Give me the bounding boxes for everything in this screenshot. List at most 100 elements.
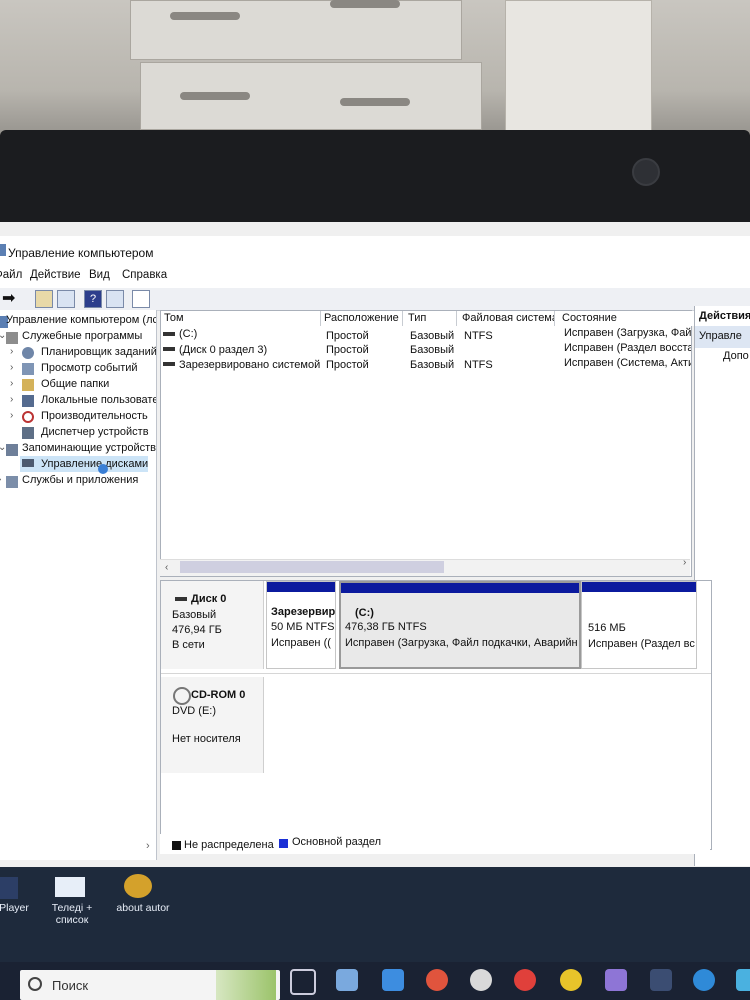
chevron-right-icon[interactable]: › xyxy=(10,378,13,389)
menu-action[interactable]: Действие xyxy=(30,269,81,281)
cabinet-drawer-top xyxy=(130,0,462,60)
desktop-app-icon[interactable] xyxy=(0,877,18,899)
partition-size: 476,38 ГБ NTFS xyxy=(345,621,427,633)
partition-recovery[interactable]: 516 МБ Исправен (Раздел вс xyxy=(581,581,697,669)
tools-icon xyxy=(6,332,18,344)
show-hide-tree-icon[interactable] xyxy=(57,290,75,308)
volume-status: Исправен (Загрузка, Файл xyxy=(564,327,691,339)
cd-icon xyxy=(173,687,191,705)
divider xyxy=(161,673,711,674)
search-highlight-image xyxy=(216,970,276,1000)
partition-status: Исправен (( xyxy=(271,637,331,649)
tree-item-device-manager[interactable]: Диспетчер устройств xyxy=(41,426,149,438)
volume-name[interactable]: (C:) xyxy=(179,328,197,340)
partition-reserved[interactable]: Зарезервир 50 МБ NTFS Исправен (( xyxy=(266,581,336,669)
chevron-right-icon[interactable]: › xyxy=(10,346,13,357)
partition-c[interactable]: (C:) 476,38 ГБ NTFS Исправен (Загрузка, … xyxy=(339,581,581,669)
volume-icon xyxy=(163,332,175,336)
disk0-name: Диск 0 xyxy=(191,593,227,605)
column-filesystem[interactable]: Файловая система xyxy=(459,311,555,326)
drawer-handle xyxy=(330,0,400,8)
scrollbar-thumb[interactable] xyxy=(180,561,444,573)
tree-item-local-users[interactable]: Локальные пользовате xyxy=(41,394,156,406)
volume-type: Базовый xyxy=(410,344,455,356)
clock-icon xyxy=(22,347,34,359)
performance-icon xyxy=(22,411,34,423)
desktop-icon-list[interactable]: Теледі + список xyxy=(42,902,102,926)
forward-arrow-icon[interactable]: ➡ xyxy=(2,288,15,308)
app-icon[interactable] xyxy=(650,969,672,991)
partition-title: Зарезервир xyxy=(271,606,336,618)
list-view-icon[interactable] xyxy=(132,290,150,308)
app-icon[interactable] xyxy=(560,969,582,991)
scroll-right-icon[interactable]: › xyxy=(683,557,686,568)
actions-disk-management[interactable]: Управле xyxy=(699,330,742,342)
disk0-info[interactable]: Диск 0 Базовый 476,94 ГБ В сети xyxy=(161,581,264,669)
menu-view[interactable]: Вид xyxy=(89,269,110,281)
partition-bar xyxy=(341,583,579,593)
taskbar-search[interactable]: Поиск xyxy=(20,970,280,1000)
volume-type: Базовый xyxy=(410,359,455,371)
task-view-icon[interactable] xyxy=(290,969,316,995)
volume-name[interactable]: Зарезервировано системой xyxy=(179,359,320,371)
chevron-right-icon[interactable]: › xyxy=(10,362,13,373)
up-folder-icon[interactable] xyxy=(35,290,53,308)
mail-icon[interactable] xyxy=(382,969,404,991)
chrome-taskbar-icon[interactable] xyxy=(426,969,448,991)
volume-layout: Простой xyxy=(326,344,369,356)
yandex-icon[interactable] xyxy=(514,969,536,991)
scroll-right-icon[interactable]: › xyxy=(146,840,150,852)
webcam xyxy=(632,158,660,186)
document-icon[interactable] xyxy=(55,877,85,897)
help-icon[interactable]: ? xyxy=(84,290,102,308)
column-type[interactable]: Тип xyxy=(405,311,457,326)
music-icon[interactable] xyxy=(470,969,492,991)
properties-icon[interactable] xyxy=(106,290,124,308)
cdrom-status: Нет носителя xyxy=(172,733,241,745)
menu-bar xyxy=(0,266,750,288)
partition-bar xyxy=(267,582,335,592)
disk0-size: 476,94 ГБ xyxy=(172,624,222,636)
tree-item-shared-folders[interactable]: Общие папки xyxy=(41,378,109,390)
desktop-icon-player[interactable]: Player xyxy=(0,902,34,914)
cdrom-name: CD-ROM 0 xyxy=(191,689,246,701)
menu-help[interactable]: Справка xyxy=(122,269,167,281)
actions-more[interactable]: Допо xyxy=(723,350,749,362)
storage-boxes xyxy=(505,0,652,132)
app-icon[interactable] xyxy=(605,969,627,991)
column-volume[interactable]: Том xyxy=(161,311,321,326)
store-icon[interactable] xyxy=(336,969,358,991)
tree-item-events[interactable]: Просмотр событий xyxy=(41,362,138,374)
app-icon[interactable] xyxy=(736,969,750,991)
tree-services[interactable]: Службы и приложения xyxy=(22,474,138,486)
volume-status: Исправен (Раздел восстан xyxy=(564,342,691,354)
shared-folder-icon xyxy=(22,379,34,391)
scroll-left-icon[interactable]: ‹ xyxy=(165,562,168,573)
chrome-icon[interactable] xyxy=(124,874,152,898)
disk0-status: В сети xyxy=(172,639,205,651)
tree-disk-management[interactable]: Управление дисками xyxy=(41,458,148,470)
legend: Не распределена Основной раздел xyxy=(160,834,710,854)
column-layout[interactable]: Расположение xyxy=(321,311,403,326)
cdrom-info[interactable]: CD-ROM 0 DVD (E:) Нет носителя xyxy=(161,677,264,773)
chevron-right-icon[interactable]: › xyxy=(10,394,13,405)
tree-root[interactable]: Управление компьютером (лс xyxy=(6,314,156,326)
menu-file[interactable]: Файл xyxy=(0,269,22,281)
tree-system-tools[interactable]: Служебные программы xyxy=(22,330,142,342)
chevron-right-icon[interactable]: › xyxy=(10,410,13,421)
tree-item-performance[interactable]: Производительность xyxy=(41,410,148,422)
desktop-icon-about[interactable]: about autor xyxy=(108,902,178,914)
app-icon xyxy=(0,244,6,256)
volume-layout: Простой xyxy=(326,359,369,371)
navigation-tree: Управление компьютером (лс ⌄ Служебные п… xyxy=(0,310,157,860)
volume-fs: NTFS xyxy=(464,359,493,371)
volume-icon xyxy=(163,347,175,351)
tree-storage[interactable]: Запоминающие устройств xyxy=(22,442,156,454)
laptop-screen: Управление компьютером Файл Действие Вид… xyxy=(0,222,750,1000)
tree-item-scheduler[interactable]: Планировщик заданий xyxy=(41,346,156,358)
column-status[interactable]: Состояние xyxy=(559,311,695,326)
event-viewer-icon xyxy=(22,363,34,375)
edge-icon[interactable] xyxy=(693,969,715,991)
volume-name[interactable]: (Диск 0 раздел 3) xyxy=(179,344,267,356)
drawer-handle xyxy=(340,98,410,106)
